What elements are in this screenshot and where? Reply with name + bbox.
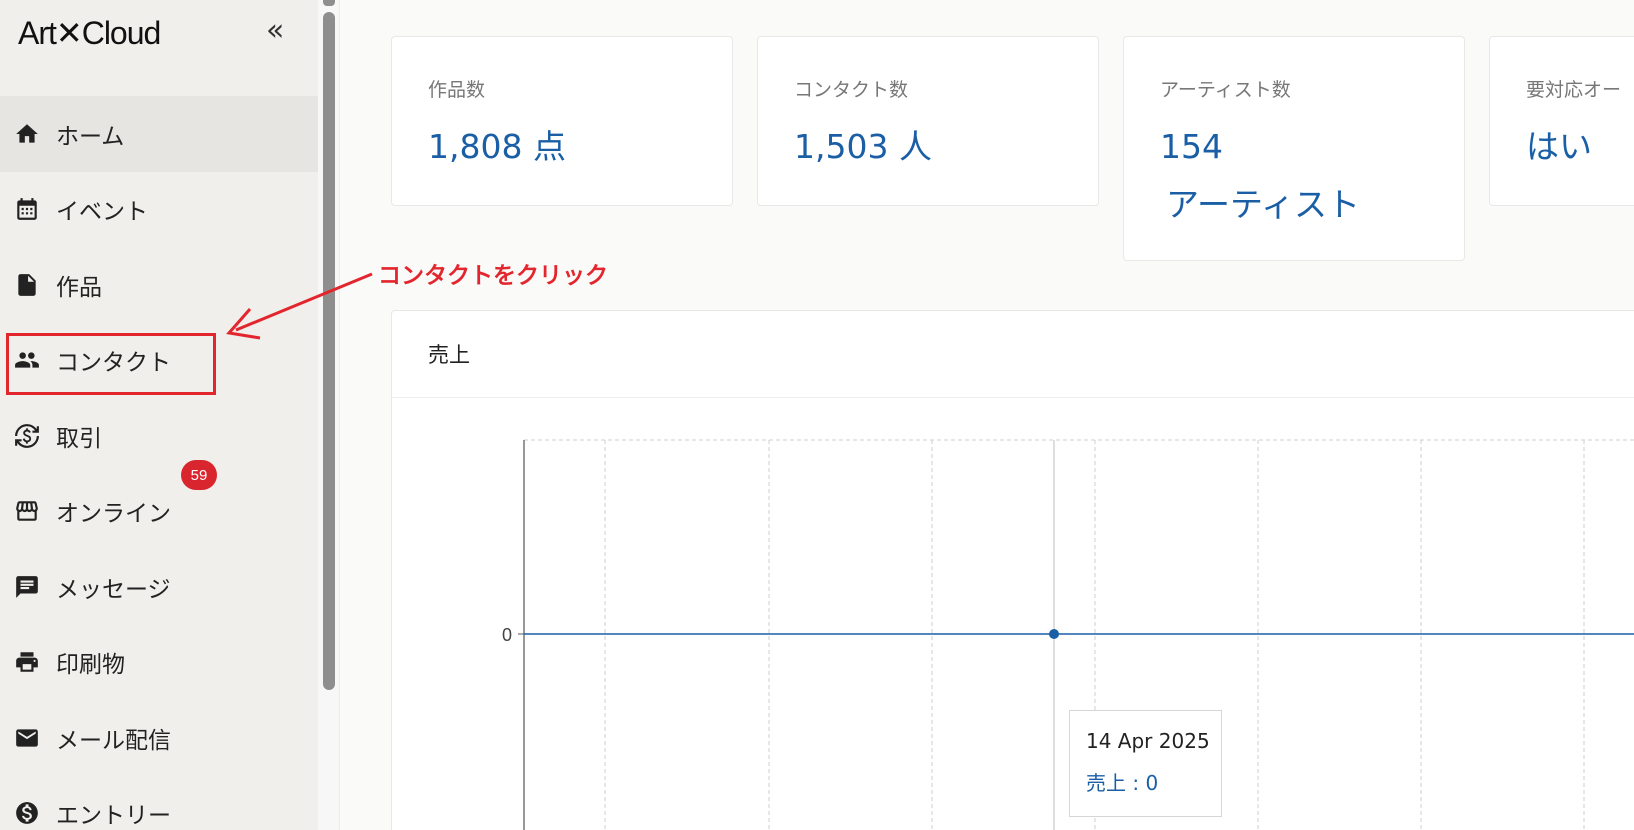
annotation-highlight-box bbox=[6, 333, 216, 395]
chart-tooltip: 14 Apr 2025 売上 : 0 bbox=[1069, 710, 1222, 817]
tooltip-date: 14 Apr 2025 bbox=[1086, 729, 1210, 753]
y-tick-label: 0 bbox=[502, 625, 512, 645]
sales-line-chart: 0 bbox=[502, 439, 1634, 830]
chart-highlighted-point bbox=[1049, 629, 1059, 639]
tooltip-value: 売上 : 0 bbox=[1086, 771, 1159, 795]
annotation-text: コンタクトをクリック bbox=[378, 263, 608, 289]
